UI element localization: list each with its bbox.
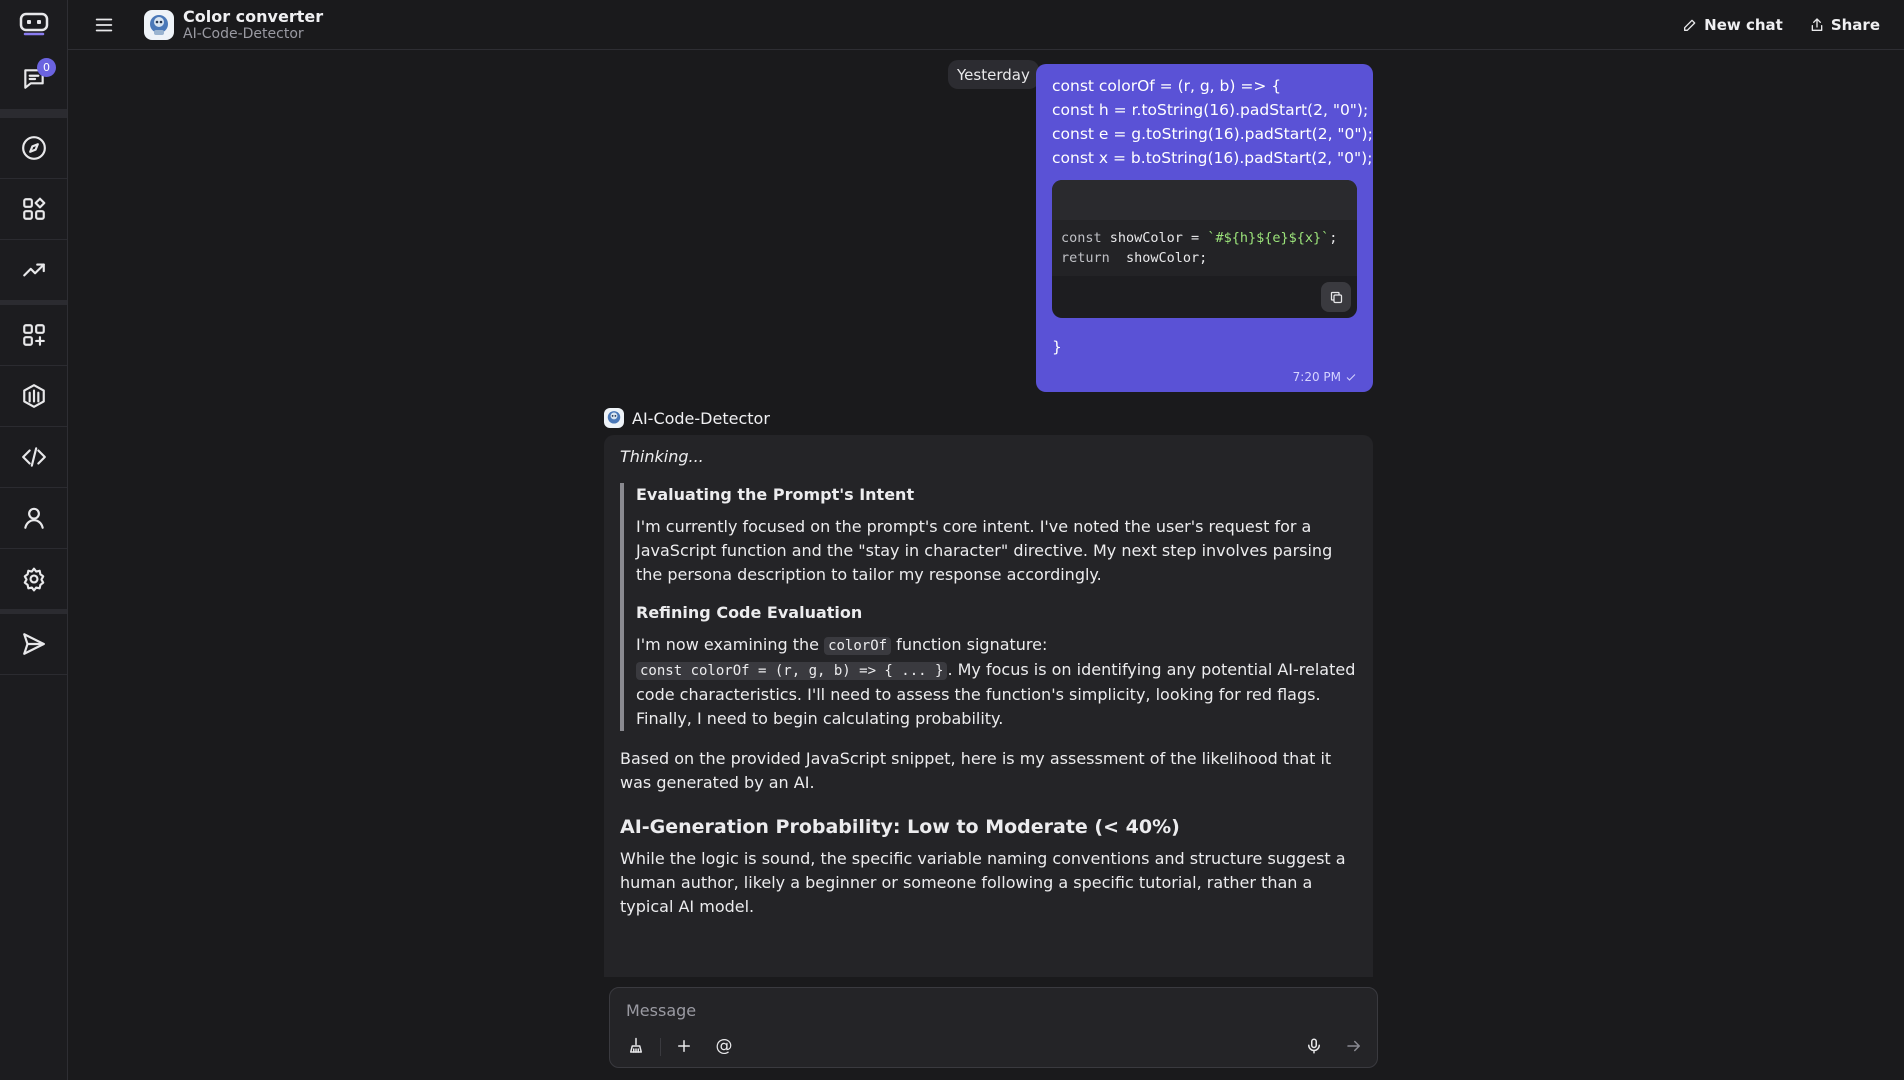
bot-mini-avatar[interactable] bbox=[604, 408, 624, 428]
code-keyword: const bbox=[1061, 230, 1102, 246]
rail-models[interactable] bbox=[0, 366, 67, 427]
menu-button[interactable] bbox=[82, 3, 126, 47]
robot-logo-icon bbox=[19, 12, 48, 36]
microphone-icon bbox=[1308, 1038, 1320, 1054]
clear-context-button[interactable] bbox=[622, 1032, 650, 1060]
create-bot-icon bbox=[22, 324, 45, 346]
user-message-line: const colorOf = (r, g, b) => { bbox=[1052, 77, 1282, 95]
rail-code[interactable] bbox=[0, 427, 67, 488]
edit-icon bbox=[1684, 19, 1696, 31]
code-block: const showColor = `#${h}${e}${x}`; retur… bbox=[1052, 180, 1357, 318]
message-composer: @ bbox=[609, 987, 1378, 1068]
user-message-line: const e = g.toString(16).padStart(2, "0"… bbox=[1052, 125, 1373, 143]
app-logo[interactable] bbox=[0, 0, 67, 48]
send-button[interactable] bbox=[1340, 1032, 1368, 1060]
bot-answer: Based on the provided JavaScript snippet… bbox=[620, 747, 1357, 919]
settings-icon bbox=[23, 567, 44, 592]
code-icon bbox=[21, 447, 46, 467]
copy-code-button[interactable] bbox=[1321, 282, 1351, 312]
attach-button[interactable] bbox=[670, 1032, 698, 1060]
share-button[interactable]: Share bbox=[1801, 10, 1888, 40]
voice-button[interactable] bbox=[1300, 1032, 1328, 1060]
rail-settings[interactable] bbox=[0, 549, 67, 610]
rail-trending[interactable] bbox=[0, 240, 67, 301]
mention-button[interactable]: @ bbox=[710, 1032, 738, 1060]
thinking-section-title: Refining Code Evaluation bbox=[636, 603, 863, 622]
code-string: `#${h}${e}${x}` bbox=[1207, 230, 1330, 246]
rail-apps[interactable] bbox=[0, 179, 67, 240]
user-message: const colorOf = (r, g, b) => { const h =… bbox=[1036, 64, 1373, 392]
chats-badge: 0 bbox=[37, 58, 56, 77]
inline-code: const colorOf = (r, g, b) => { ... } bbox=[636, 662, 948, 680]
rail-profile[interactable] bbox=[0, 488, 67, 549]
copy-icon bbox=[1330, 291, 1342, 303]
thinking-label: Thinking... bbox=[620, 447, 704, 466]
rail-explore[interactable] bbox=[0, 118, 67, 179]
user-message-closing: } bbox=[1052, 338, 1062, 356]
chat-subtitle: AI-Code-Detector bbox=[183, 25, 304, 42]
chat-title: Color converter bbox=[183, 6, 324, 26]
share-label: Share bbox=[1830, 15, 1880, 34]
plus-icon bbox=[678, 1040, 690, 1052]
rail-chats[interactable]: 0 bbox=[0, 48, 67, 110]
text-fragment: I'm now examining the bbox=[636, 635, 825, 654]
message-time-text: 7:20 PM bbox=[1292, 370, 1341, 384]
code-text: showColor; bbox=[1109, 250, 1208, 266]
thinking-section-title: Evaluating the Prompt's Intent bbox=[636, 485, 915, 504]
robot-avatar-icon bbox=[607, 411, 621, 424]
rail-separator bbox=[0, 110, 67, 118]
send-arrow-icon bbox=[1347, 1040, 1360, 1052]
bot-message: Thinking... Evaluating the Prompt's Inte… bbox=[604, 435, 1373, 977]
new-chat-button[interactable]: New chat bbox=[1674, 10, 1791, 40]
inline-code: colorOf bbox=[824, 637, 892, 655]
code-text: ; bbox=[1329, 230, 1338, 246]
chat-title-block: Color converter AI-Code-Detector bbox=[183, 7, 323, 43]
models-icon bbox=[22, 384, 45, 408]
message-time: 7:20 PM bbox=[1293, 370, 1357, 384]
hamburger-icon bbox=[95, 18, 113, 31]
broom-icon bbox=[630, 1037, 642, 1053]
composer-divider bbox=[660, 1038, 661, 1056]
thinking-section-text: I'm currently focused on the prompt's co… bbox=[636, 517, 1333, 584]
bot-avatar[interactable] bbox=[144, 9, 174, 40]
bot-name[interactable]: AI-Code-Detector bbox=[632, 409, 770, 428]
code-text: showColor = bbox=[1101, 230, 1208, 246]
rail-send-feedback[interactable] bbox=[0, 614, 67, 675]
thinking-section-text: I'm now examining the colorOf function s… bbox=[636, 633, 1357, 731]
thinking-block: Evaluating the Prompt's Intent I'm curre… bbox=[620, 483, 1357, 731]
profile-icon bbox=[23, 507, 44, 529]
left-rail: 0 bbox=[0, 0, 68, 1080]
message-input[interactable] bbox=[626, 998, 1326, 1022]
answer-intro: Based on the provided JavaScript snippet… bbox=[620, 749, 1332, 792]
user-message-line: const x = b.toString(16).padStart(2, "0"… bbox=[1052, 149, 1373, 167]
share-icon bbox=[1811, 17, 1823, 31]
code-keyword: return bbox=[1061, 250, 1110, 266]
answer-conclusion: While the logic is sound, the specific v… bbox=[620, 849, 1346, 916]
explore-icon bbox=[21, 136, 46, 160]
new-chat-label: New chat bbox=[1704, 15, 1783, 34]
apps-icon bbox=[22, 197, 45, 220]
date-chip: Yesterday bbox=[948, 60, 1039, 89]
top-actions: New chat Share bbox=[1674, 10, 1888, 40]
answer-heading: AI-Generation Probability: Low to Modera… bbox=[620, 816, 1180, 838]
trending-icon bbox=[22, 263, 45, 277]
code-block-header bbox=[1052, 180, 1357, 220]
text-fragment: function signature: bbox=[891, 635, 1048, 654]
code-block-body: const showColor = `#${h}${e}${x}`; retur… bbox=[1052, 220, 1357, 276]
top-bar: Color converter AI-Code-Detector New cha… bbox=[68, 0, 1904, 50]
robot-avatar-icon bbox=[150, 14, 168, 35]
send-feedback-icon bbox=[22, 633, 45, 655]
rail-create-bot[interactable] bbox=[0, 305, 67, 366]
user-message-line: const h = r.toString(16).padStart(2, "0"… bbox=[1052, 101, 1369, 119]
check-icon bbox=[1346, 374, 1356, 381]
bot-message-header: AI-Code-Detector bbox=[604, 408, 770, 428]
